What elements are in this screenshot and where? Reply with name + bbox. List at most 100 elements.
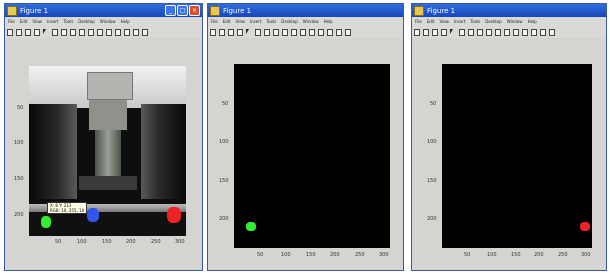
legend-icon[interactable]: [327, 28, 333, 36]
link-icon[interactable]: [513, 28, 519, 36]
x-tick-label: 50: [464, 252, 471, 258]
edit-plot-arrow-icon[interactable]: [246, 29, 252, 36]
print-icon[interactable]: [441, 28, 447, 36]
figure-canvas: X: 8 Y: 213 RGB: 10, 255, 10 50 100 150 …: [5, 38, 202, 270]
zoom-out-icon[interactable]: [468, 28, 474, 36]
x-tick-label: 300: [581, 252, 591, 258]
menu-desktop[interactable]: Desktop: [281, 19, 298, 24]
pan-icon[interactable]: [477, 28, 483, 36]
show-tools-icon[interactable]: [549, 28, 555, 36]
menu-file[interactable]: File: [8, 19, 15, 24]
mask-axes[interactable]: [442, 64, 592, 248]
menu-edit[interactable]: Edit: [20, 19, 28, 24]
data-cursor-tooltip[interactable]: X: 8 Y: 213 RGB: 10, 255, 10: [47, 202, 88, 214]
show-tools-icon[interactable]: [345, 28, 351, 36]
x-tick-label: 50: [257, 252, 264, 258]
menu-view[interactable]: View: [32, 19, 42, 24]
menu-file[interactable]: File: [415, 19, 422, 24]
window-title: Figure 1: [427, 6, 456, 15]
link-icon[interactable]: [309, 28, 315, 36]
x-tick-label: 150: [511, 252, 521, 258]
link-icon[interactable]: [106, 28, 112, 36]
title-bar[interactable]: Figure 1 _ □ ×: [5, 4, 202, 17]
zoom-in-icon[interactable]: [255, 28, 261, 36]
menu-edit[interactable]: Edit: [427, 19, 435, 24]
menu-view[interactable]: View: [439, 19, 449, 24]
brush-icon[interactable]: [504, 28, 510, 36]
pan-icon[interactable]: [70, 28, 76, 36]
colorbar-icon[interactable]: [115, 28, 121, 36]
close-button[interactable]: ×: [189, 5, 200, 16]
menu-tools[interactable]: Tools: [63, 19, 73, 24]
figure-canvas: 50 100 150 200 50 100 150 200 250 300: [208, 38, 403, 270]
menu-help[interactable]: Help: [324, 19, 333, 24]
hide-tools-icon[interactable]: [336, 28, 342, 36]
green-marker: [41, 216, 51, 228]
data-cursor-icon[interactable]: [495, 28, 501, 36]
minimize-button[interactable]: _: [165, 5, 176, 16]
brush-icon[interactable]: [97, 28, 103, 36]
figure-window-1: Figure 1 _ □ × File Edit View Insert Too…: [4, 3, 203, 271]
y-tick-label: 150: [14, 176, 24, 182]
figure-canvas: 50 100 150 200 50 100 150 200 250 300: [412, 38, 606, 270]
menu-window[interactable]: Window: [100, 19, 116, 24]
data-cursor-icon[interactable]: [88, 28, 94, 36]
legend-icon[interactable]: [531, 28, 537, 36]
menu-window[interactable]: Window: [507, 19, 523, 24]
zoom-in-icon[interactable]: [52, 28, 58, 36]
menu-desktop[interactable]: Desktop: [78, 19, 95, 24]
menu-desktop[interactable]: Desktop: [485, 19, 502, 24]
open-file-icon[interactable]: [219, 28, 225, 36]
print-icon[interactable]: [34, 28, 40, 36]
menu-view[interactable]: View: [235, 19, 245, 24]
menu-help[interactable]: Help: [528, 19, 537, 24]
menu-window[interactable]: Window: [303, 19, 319, 24]
open-file-icon[interactable]: [423, 28, 429, 36]
title-bar[interactable]: Figure 1: [208, 4, 403, 17]
save-icon[interactable]: [25, 28, 31, 36]
pan-icon[interactable]: [273, 28, 279, 36]
rotate-icon[interactable]: [79, 28, 85, 36]
menu-help[interactable]: Help: [121, 19, 130, 24]
data-cursor-icon[interactable]: [291, 28, 297, 36]
zoom-out-icon[interactable]: [61, 28, 67, 36]
menu-insert[interactable]: Insert: [454, 19, 465, 24]
x-tick-label: 250: [151, 239, 161, 245]
mask-axes[interactable]: [234, 64, 390, 248]
title-bar[interactable]: Figure 1: [412, 4, 606, 17]
rotate-icon[interactable]: [282, 28, 288, 36]
edit-plot-arrow-icon[interactable]: [43, 29, 49, 36]
zoom-out-icon[interactable]: [264, 28, 270, 36]
new-figure-icon[interactable]: [414, 28, 420, 36]
menu-tools[interactable]: Tools: [266, 19, 276, 24]
open-file-icon[interactable]: [16, 28, 22, 36]
menu-tools[interactable]: Tools: [470, 19, 480, 24]
print-icon[interactable]: [237, 28, 243, 36]
maximize-button[interactable]: □: [177, 5, 188, 16]
menu-file[interactable]: File: [211, 19, 218, 24]
x-tick-label: 100: [487, 252, 497, 258]
rotate-icon[interactable]: [486, 28, 492, 36]
new-figure-icon[interactable]: [7, 28, 13, 36]
menu-edit[interactable]: Edit: [223, 19, 231, 24]
new-figure-icon[interactable]: [210, 28, 216, 36]
colorbar-icon[interactable]: [318, 28, 324, 36]
green-blob: [246, 222, 256, 231]
edit-plot-arrow-icon[interactable]: [450, 29, 456, 36]
x-tick-label: 200: [126, 239, 136, 245]
show-tools-icon[interactable]: [142, 28, 148, 36]
x-tick-label: 250: [558, 252, 568, 258]
zoom-in-icon[interactable]: [459, 28, 465, 36]
legend-icon[interactable]: [124, 28, 130, 36]
y-tick-label: 200: [219, 216, 229, 222]
hide-tools-icon[interactable]: [540, 28, 546, 36]
colorbar-icon[interactable]: [522, 28, 528, 36]
menu-insert[interactable]: Insert: [47, 19, 58, 24]
hide-tools-icon[interactable]: [133, 28, 139, 36]
image-axes[interactable]: X: 8 Y: 213 RGB: 10, 255, 10: [29, 66, 186, 236]
save-icon[interactable]: [228, 28, 234, 36]
brush-icon[interactable]: [300, 28, 306, 36]
menu-insert[interactable]: Insert: [250, 19, 261, 24]
save-icon[interactable]: [432, 28, 438, 36]
y-tick-label: 150: [219, 178, 229, 184]
